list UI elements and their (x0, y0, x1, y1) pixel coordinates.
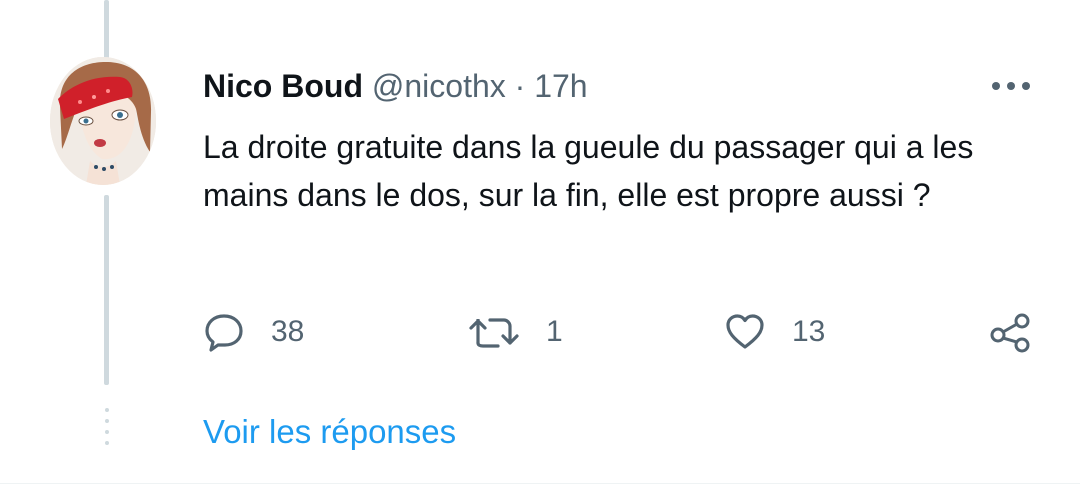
share-button[interactable] (988, 310, 1034, 354)
show-replies-link[interactable]: Voir les réponses (203, 410, 456, 454)
reply-button[interactable]: 38 (203, 310, 304, 354)
author-handle[interactable]: @nicothx (372, 68, 506, 104)
like-button[interactable]: 13 (724, 310, 825, 354)
avatar-illustration (50, 57, 156, 185)
separator: · (514, 68, 526, 104)
like-count: 13 (792, 315, 826, 348)
avatar[interactable] (50, 57, 156, 185)
retweet-button[interactable]: 1 (468, 310, 563, 354)
tweet-text: La droite gratuite dans la gueule du pas… (203, 129, 974, 213)
retweet-count: 1 (546, 315, 563, 348)
like-icon (724, 311, 766, 353)
more-icon[interactable] (989, 79, 1033, 93)
reply-count: 38 (271, 315, 305, 348)
divider (0, 483, 1080, 484)
thread-line-top (104, 0, 109, 62)
tweet-header: Nico Boud @nicothx · 17h (203, 66, 588, 106)
share-icon (988, 311, 1034, 353)
thread-dots (105, 408, 109, 452)
timestamp[interactable]: 17h (534, 68, 587, 104)
author-name[interactable]: Nico Boud (203, 68, 363, 104)
retweet-icon (468, 311, 520, 353)
reply-icon (203, 311, 245, 353)
thread-line-bottom (104, 195, 109, 385)
